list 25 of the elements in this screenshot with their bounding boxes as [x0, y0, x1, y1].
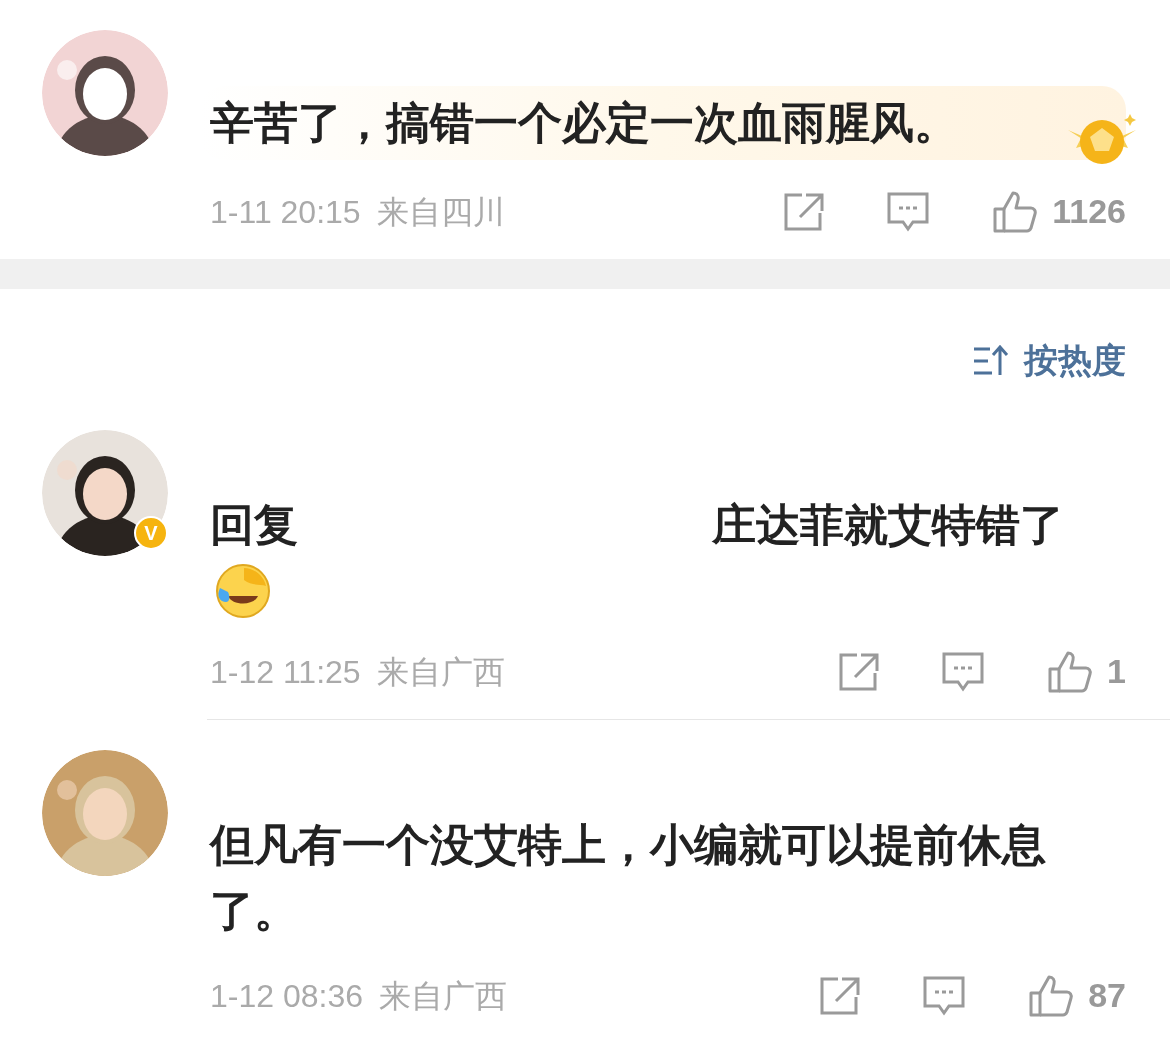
comment-time: 1-12 08:36 [210, 976, 363, 1016]
comment-location: 来自广西 [379, 976, 507, 1016]
share-icon[interactable] [837, 651, 882, 692]
comment-text: 庄达菲就艾特错了 [712, 499, 1064, 551]
comment-icon[interactable] [886, 190, 931, 233]
thumbs-up-icon[interactable] [992, 189, 1039, 234]
comment-icon[interactable] [941, 650, 986, 693]
like-count: 87 [1088, 975, 1126, 1016]
share-icon[interactable] [818, 975, 863, 1016]
sort-icon [972, 343, 1010, 378]
sort-button[interactable]: 按热度 [972, 335, 1126, 386]
comment-text: 回复 [210, 499, 298, 551]
thumbs-up-icon[interactable] [1047, 649, 1094, 694]
comment-time: 1-12 11:25 [210, 652, 361, 692]
comment-location: 来自四川 [376, 192, 505, 232]
share-icon[interactable] [782, 191, 827, 232]
like-count: 1126 [1052, 191, 1126, 232]
thumbs-up-icon[interactable] [1028, 973, 1075, 1018]
comment-icon[interactable] [922, 974, 967, 1017]
comment-text: 但凡有一个没艾特上，小编就可以提前休息了。 [210, 819, 1047, 937]
comment-location: 来自广西 [376, 652, 505, 692]
verified-badge: V [134, 516, 168, 550]
comment-time: 1-11 20:15 [210, 192, 361, 232]
comment-text: 辛苦了，搞错一个必定一次血雨腥风。 [210, 97, 958, 149]
like-count: 1 [1107, 651, 1126, 692]
